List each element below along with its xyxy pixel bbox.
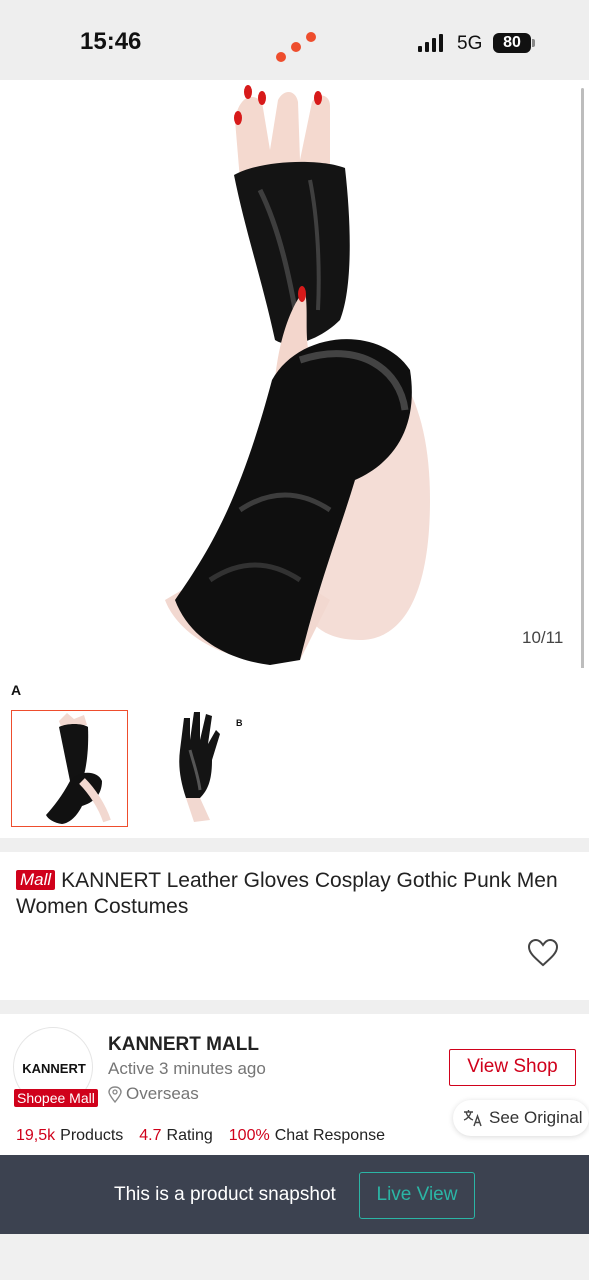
variant-thumb-b[interactable] [150, 710, 267, 827]
shop-section: KANNERT Shopee Mall KANNERT MALL Active … [0, 1014, 589, 1156]
product-title-text: KANNERT Leather Gloves Cosplay Gothic Pu… [16, 869, 558, 918]
variant-thumb-a[interactable] [11, 710, 128, 827]
glove-photo-illustration [165, 85, 430, 665]
see-original-button[interactable]: See Original [453, 1100, 589, 1136]
signal-icon [418, 34, 443, 52]
battery-level: 80 [493, 33, 531, 53]
shop-location-text: Overseas [126, 1084, 199, 1103]
stat-chat-response: 100% Chat Response [228, 1127, 385, 1144]
shop-active-status: Active 3 minutes ago [108, 1059, 266, 1078]
shop-avatar-text: KANNERT [22, 1061, 86, 1076]
network-type: 5G [457, 33, 483, 54]
loading-dots-icon [276, 32, 316, 62]
variant-selector: A [0, 668, 589, 838]
status-bar: 15:46 5G 80 [0, 0, 589, 80]
product-title: Mall KANNERT Leather Gloves Cosplay Gothi… [16, 868, 576, 920]
product-main-image[interactable] [0, 80, 589, 680]
section-divider [0, 1000, 589, 1014]
view-shop-button[interactable]: View Shop [449, 1049, 576, 1086]
bottom-strip [0, 1234, 589, 1280]
variant-thumb-tag: B [236, 718, 243, 728]
shop-stats: 19,5k Products 4.7 Rating 100% Chat Respons… [16, 1127, 385, 1145]
shopee-mall-badge: Shopee Mall [14, 1089, 98, 1107]
shop-name: KANNERT MALL [108, 1034, 259, 1055]
shop-location: Overseas [108, 1084, 199, 1104]
location-pin-icon [108, 1085, 122, 1103]
product-title-section: Mall KANNERT Leather Gloves Cosplay Gothi… [0, 852, 589, 1000]
heart-icon[interactable] [527, 938, 559, 968]
image-counter: 10/11 [522, 628, 564, 647]
snapshot-bar: This is a product snapshot Live View [0, 1155, 589, 1234]
translate-icon [463, 1110, 482, 1127]
full-glove-thumb [179, 712, 220, 822]
variant-label: A [11, 682, 22, 698]
stat-products: 19,5k Products [16, 1127, 124, 1144]
mall-badge: Mall [16, 870, 56, 890]
section-divider [0, 838, 589, 852]
live-view-button[interactable]: Live View [359, 1172, 475, 1219]
see-original-label: See Original [489, 1108, 583, 1127]
snapshot-text: This is a product snapshot [114, 1184, 336, 1205]
stat-rating: 4.7 Rating [139, 1127, 213, 1144]
status-time: 15:46 [80, 28, 142, 55]
battery-icon: 80 [493, 33, 535, 53]
fingerless-glove-thumb [46, 713, 111, 824]
